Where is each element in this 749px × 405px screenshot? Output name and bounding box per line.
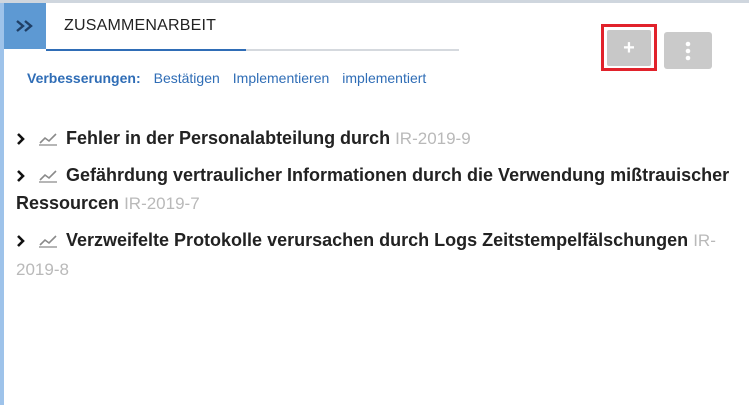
list-item: Fehler in der Personalabteilung durch IR… (16, 124, 736, 153)
trend-chart-icon (38, 168, 58, 184)
item-id: IR-2019-9 (395, 129, 471, 148)
add-button[interactable]: + (601, 24, 657, 71)
incident-list: Fehler in der Personalabteilung durch IR… (16, 124, 736, 292)
active-tab-indicator (46, 49, 246, 51)
list-item: Verzweifelte Protokolle verursachen durc… (16, 226, 736, 284)
improvement-filters: Verbesserungen: Bestätigen Implementiere… (27, 70, 426, 86)
chevron-right-icon[interactable] (16, 234, 28, 248)
list-item: Gefährdung vertraulicher Informationen d… (16, 161, 736, 218)
plus-icon: + (607, 29, 651, 66)
more-options-button[interactable] (664, 32, 712, 69)
item-title[interactable]: Fehler in der Personalabteilung durch (66, 128, 390, 148)
expand-panel-button[interactable] (4, 3, 46, 49)
filter-label: Verbesserungen: (27, 70, 141, 86)
left-rail (0, 3, 4, 405)
trend-chart-icon (38, 233, 58, 249)
filter-link-implementieren[interactable]: Implementieren (233, 70, 330, 86)
item-title[interactable]: Gefährdung vertraulicher Informationen d… (16, 165, 729, 213)
double-chevron-right-icon (15, 19, 35, 33)
filter-link-bestaetigen[interactable]: Bestätigen (154, 70, 220, 86)
chevron-right-icon[interactable] (16, 132, 28, 146)
filter-link-implementiert[interactable]: implementiert (342, 70, 426, 86)
tab-zusammenarbeit[interactable]: ZUSAMMENARBEIT (64, 17, 216, 35)
tab-bar-divider (246, 49, 459, 51)
item-id: IR-2019-7 (124, 194, 200, 213)
item-title[interactable]: Verzweifelte Protokolle verursachen durc… (66, 230, 688, 250)
collaboration-panel: ZUSAMMENARBEIT + Verbesserungen: Bestäti… (0, 0, 749, 405)
tab-bar: ZUSAMMENARBEIT (46, 3, 459, 51)
chevron-right-icon[interactable] (16, 169, 28, 183)
trend-chart-icon (38, 131, 58, 147)
vertical-ellipsis-icon (685, 41, 691, 61)
